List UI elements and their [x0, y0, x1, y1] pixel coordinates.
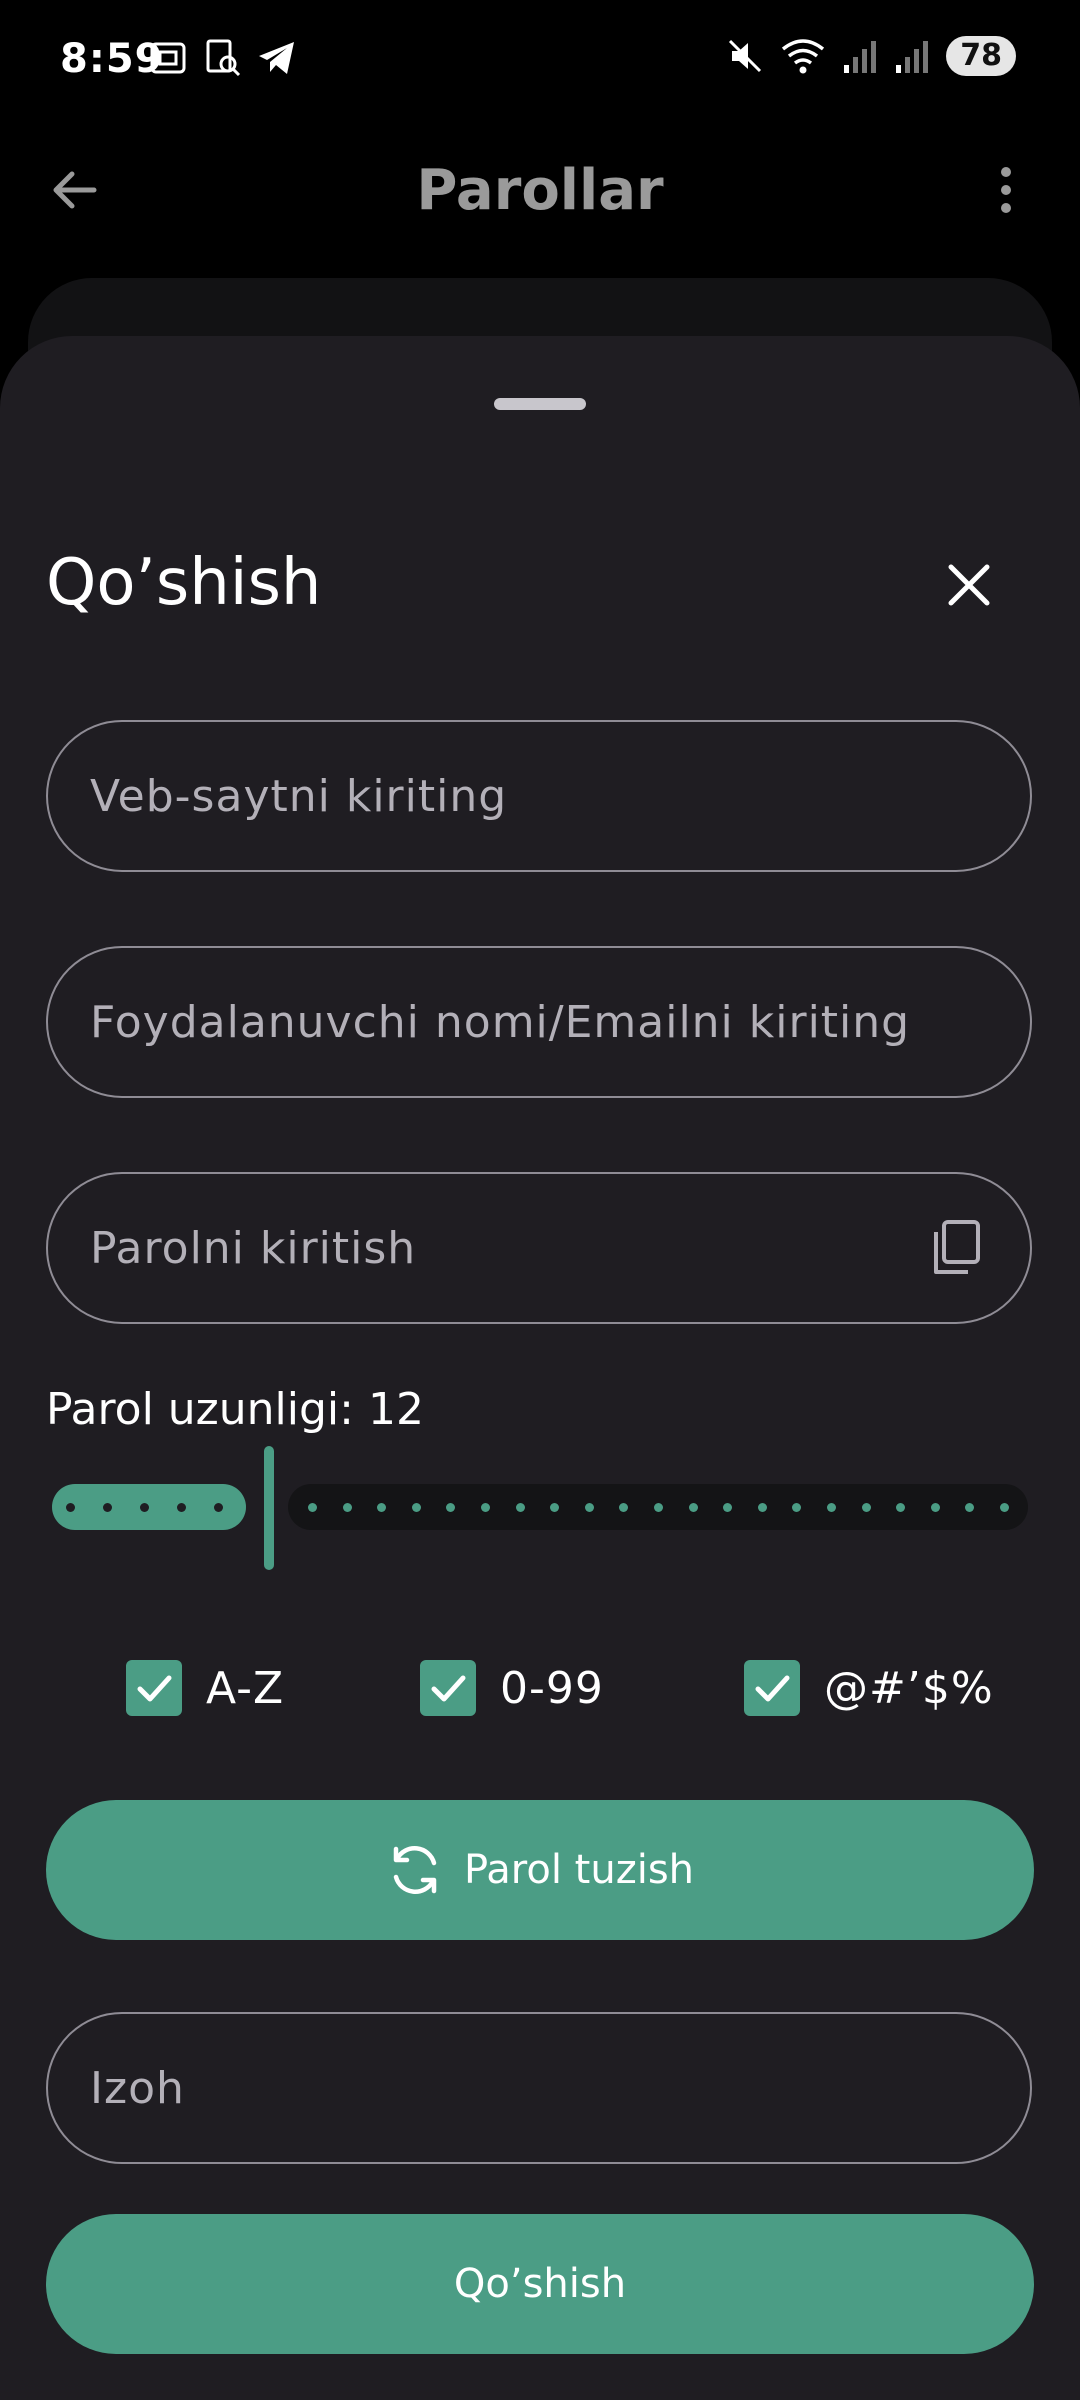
slider-tick [515, 1503, 525, 1512]
check-icon [137, 1675, 172, 1702]
slider-tick [214, 1503, 223, 1512]
slider-tick [411, 1503, 421, 1512]
slider-tick [654, 1503, 663, 1512]
generate-password-button[interactable]: Parol tuzish [46, 1800, 1034, 1940]
copy-button[interactable] [924, 1216, 988, 1280]
slider-tick [177, 1503, 186, 1512]
add-password-sheet: Qo’shish Parol uzunligi: 12 [0, 336, 1080, 2400]
generate-password-label: Parol tuzish [463, 1847, 695, 1893]
slider-tick [827, 1503, 836, 1512]
sheet-title: Qo’shish [46, 546, 322, 620]
screenshot-icon [150, 42, 186, 74]
notification-icons [148, 38, 298, 78]
add-button-label: Qo’shish [453, 2261, 627, 2307]
website-field[interactable] [46, 720, 1032, 872]
slider-tick [342, 1503, 352, 1512]
slider-tick [688, 1503, 698, 1512]
more-options-button[interactable] [976, 160, 1036, 220]
slider-tick [861, 1503, 871, 1512]
slider-tick [481, 1503, 490, 1512]
numbers-label: 0-99 [500, 1662, 604, 1714]
system-icons: 78 [726, 36, 1016, 76]
username-input[interactable] [90, 948, 988, 1096]
refresh-icon [393, 1846, 437, 1894]
symbols-checkbox[interactable] [744, 1660, 800, 1716]
numbers-checkbox[interactable] [420, 1660, 476, 1716]
password-length-label: Parol uzunligi: 12 [46, 1384, 424, 1435]
check-icon [755, 1675, 790, 1702]
more-vert-icon [1001, 167, 1011, 213]
option-numbers[interactable]: 0-99 [420, 1660, 604, 1716]
note-input[interactable] [90, 2014, 988, 2162]
signal-icon [844, 41, 877, 73]
mute-icon [729, 39, 762, 73]
telegram-icon [259, 42, 294, 74]
app-bar: Parollar [0, 130, 1080, 250]
character-options: A-Z 0-99 @#’$% [0, 1660, 1080, 1720]
password-field[interactable] [46, 1172, 1032, 1324]
symbols-label: @#’$% [824, 1662, 994, 1714]
slider-tick [103, 1503, 112, 1512]
uppercase-checkbox[interactable] [126, 1660, 182, 1716]
drag-handle[interactable] [494, 398, 586, 410]
status-bar: 8:59 78 [0, 0, 1080, 120]
slider-thumb[interactable] [264, 1446, 274, 1570]
close-button[interactable] [934, 550, 1004, 620]
username-field[interactable] [46, 946, 1032, 1098]
password-length-slider[interactable] [46, 1446, 1032, 1576]
battery-indicator: 78 [946, 36, 1016, 76]
signal-icon-2 [896, 41, 929, 73]
check-icon [431, 1675, 466, 1702]
option-symbols[interactable]: @#’$% [744, 1660, 994, 1716]
website-input[interactable] [90, 722, 988, 870]
slider-tick [66, 1503, 75, 1512]
slider-tick [930, 1503, 940, 1512]
slider-tick [1000, 1503, 1009, 1512]
password-input[interactable] [90, 1174, 924, 1322]
slider-tick [308, 1503, 317, 1512]
page-title: Parollar [416, 158, 664, 223]
close-icon [948, 564, 990, 606]
document-search-icon [206, 39, 241, 77]
wifi-icon [782, 39, 825, 74]
slider-tick [584, 1503, 594, 1512]
uppercase-label: A-Z [206, 1662, 285, 1714]
option-uppercase[interactable]: A-Z [126, 1660, 284, 1716]
slider-tick [757, 1503, 767, 1512]
note-field[interactable] [46, 2012, 1032, 2164]
add-button[interactable]: Qo’shish [46, 2214, 1034, 2354]
slider-tick [140, 1503, 149, 1512]
copy-icon [934, 1220, 980, 1274]
